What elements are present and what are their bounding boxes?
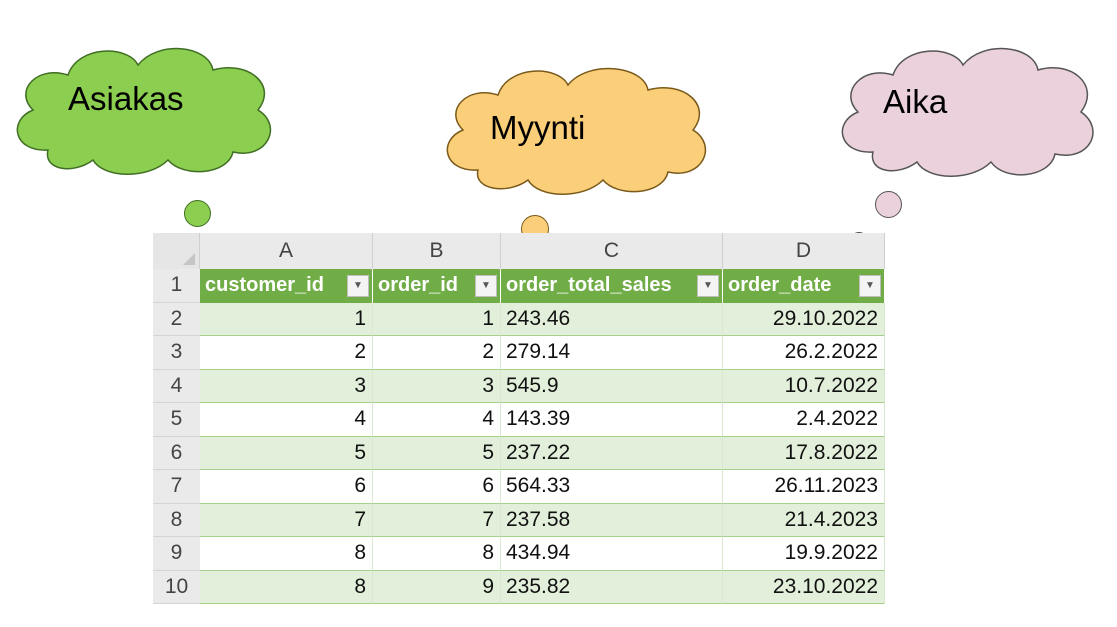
cell-order-date[interactable]: 10.7.2022 <box>723 369 885 403</box>
cell-order-total-sales[interactable]: 545.9 <box>501 369 723 403</box>
header-label: customer_id <box>205 274 324 297</box>
cell-order-date[interactable]: 26.11.2023 <box>723 470 885 504</box>
table-row: 9 8 8 434.94 19.9.2022 <box>153 537 885 571</box>
row-number[interactable]: 7 <box>153 470 200 504</box>
row-number[interactable]: 4 <box>153 369 200 403</box>
header-cell-customer-id[interactable]: customer_id ▼ <box>200 269 373 303</box>
asiakas-bubble-large <box>184 200 211 227</box>
cell-order-date[interactable]: 21.4.2023 <box>723 503 885 537</box>
dropdown-arrow-icon[interactable]: ▼ <box>859 274 881 297</box>
cell-order-total-sales[interactable]: 279.14 <box>501 336 723 370</box>
cell-customer-id[interactable]: 4 <box>200 403 373 437</box>
spreadsheet: A B C D 1 customer_id ▼ order_id ▼ order… <box>153 233 887 607</box>
aika-cloud-label: Aika <box>883 83 948 120</box>
cell-customer-id[interactable]: 8 <box>200 537 373 571</box>
table-row: 3 2 2 279.14 26.2.2022 <box>153 336 885 370</box>
row-number[interactable]: 3 <box>153 336 200 370</box>
table-row: 7 6 6 564.33 26.11.2023 <box>153 470 885 504</box>
cell-order-id[interactable]: 5 <box>373 436 501 470</box>
asiakas-cloud-label: Asiakas <box>68 80 184 117</box>
cell-order-total-sales[interactable]: 237.22 <box>501 436 723 470</box>
column-header-d[interactable]: D <box>723 233 885 269</box>
aika-cloud-shape <box>841 47 1094 177</box>
cell-customer-id[interactable]: 2 <box>200 336 373 370</box>
column-header-a[interactable]: A <box>200 233 373 269</box>
cell-order-id[interactable]: 8 <box>373 537 501 571</box>
cell-order-total-sales[interactable]: 564.33 <box>501 470 723 504</box>
cell-order-id[interactable]: 9 <box>373 570 501 604</box>
cell-order-total-sales[interactable]: 243.46 <box>501 302 723 336</box>
cell-customer-id[interactable]: 3 <box>200 369 373 403</box>
cell-order-id[interactable]: 2 <box>373 336 501 370</box>
cell-order-id[interactable]: 4 <box>373 403 501 437</box>
table-row: 4 3 3 545.9 10.7.2022 <box>153 369 885 403</box>
header-cell-order-id[interactable]: order_id ▼ <box>373 269 501 303</box>
header-label: order_id <box>378 274 459 297</box>
table-row: 10 8 9 235.82 23.10.2022 <box>153 570 885 604</box>
cell-order-date[interactable]: 29.10.2022 <box>723 302 885 336</box>
cell-order-id[interactable]: 3 <box>373 369 501 403</box>
cell-order-id[interactable]: 7 <box>373 503 501 537</box>
cell-order-total-sales[interactable]: 237.58 <box>501 503 723 537</box>
row-number[interactable]: 9 <box>153 537 200 571</box>
row-number[interactable]: 8 <box>153 503 200 537</box>
table-row: 8 7 7 237.58 21.4.2023 <box>153 503 885 537</box>
cell-order-id[interactable]: 6 <box>373 470 501 504</box>
cell-order-id[interactable]: 1 <box>373 302 501 336</box>
cell-order-date[interactable]: 2.4.2022 <box>723 403 885 437</box>
cell-order-date[interactable]: 26.2.2022 <box>723 336 885 370</box>
row-number[interactable]: 6 <box>153 436 200 470</box>
cell-order-date[interactable]: 23.10.2022 <box>723 570 885 604</box>
table-row: 6 5 5 237.22 17.8.2022 <box>153 436 885 470</box>
row-number[interactable]: 10 <box>153 570 200 604</box>
table-row: 2 1 1 243.46 29.10.2022 <box>153 302 885 336</box>
cell-customer-id[interactable]: 1 <box>200 302 373 336</box>
column-header-row: A B C D <box>153 233 885 269</box>
cell-customer-id[interactable]: 7 <box>200 503 373 537</box>
cell-order-total-sales[interactable]: 235.82 <box>501 570 723 604</box>
dropdown-arrow-icon[interactable]: ▼ <box>697 274 719 297</box>
table-header-row: 1 customer_id ▼ order_id ▼ order_total_s… <box>153 269 885 303</box>
row-number[interactable]: 1 <box>153 269 200 303</box>
cell-customer-id[interactable]: 5 <box>200 436 373 470</box>
cell-order-total-sales[interactable]: 143.39 <box>501 403 723 437</box>
myynti-cloud-label: Myynti <box>490 109 586 146</box>
header-label: order_date <box>728 274 832 297</box>
dropdown-arrow-icon[interactable]: ▼ <box>475 274 497 297</box>
dropdown-arrow-icon[interactable]: ▼ <box>347 274 369 297</box>
cell-order-date[interactable]: 19.9.2022 <box>723 537 885 571</box>
cell-customer-id[interactable]: 8 <box>200 570 373 604</box>
row-number[interactable]: 2 <box>153 302 200 336</box>
column-header-b[interactable]: B <box>373 233 501 269</box>
header-label: order_total_sales <box>506 274 672 297</box>
header-cell-order-date[interactable]: order_date ▼ <box>723 269 885 303</box>
cell-customer-id[interactable]: 6 <box>200 470 373 504</box>
cell-order-date[interactable]: 17.8.2022 <box>723 436 885 470</box>
table-row: 5 4 4 143.39 2.4.2022 <box>153 403 885 437</box>
row-number[interactable]: 5 <box>153 403 200 437</box>
aika-bubble-large <box>875 191 902 218</box>
header-cell-order-total-sales[interactable]: order_total_sales ▼ <box>501 269 723 303</box>
column-header-c[interactable]: C <box>501 233 723 269</box>
select-all-corner[interactable] <box>153 233 200 269</box>
cell-order-total-sales[interactable]: 434.94 <box>501 537 723 571</box>
